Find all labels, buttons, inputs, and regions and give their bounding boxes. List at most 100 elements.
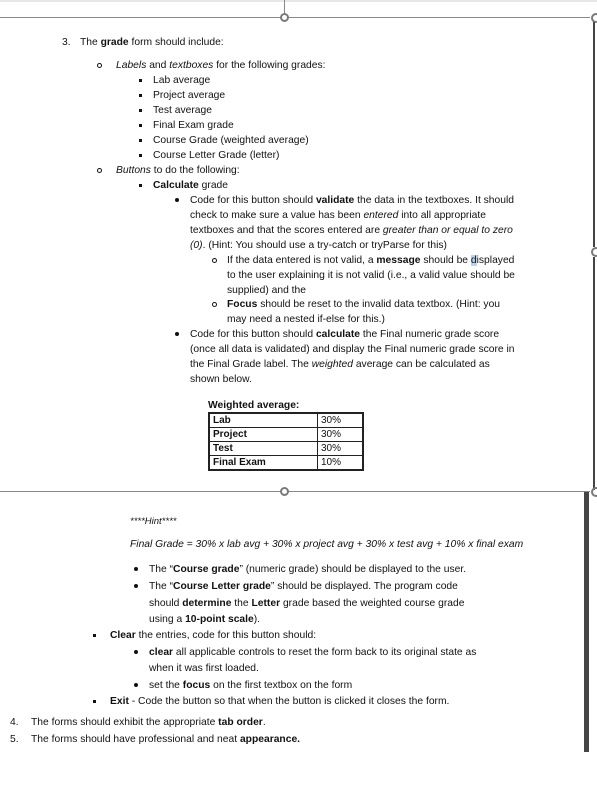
bold-text: Letter [251,598,281,609]
text: ” should be displayed. The program code [270,581,458,592]
weight-value: 30% [317,412,364,428]
text: should be [420,255,471,266]
weight-label: Project [208,427,318,442]
table-row: Lab 30% [208,412,364,428]
page-break-line-bottom [0,491,590,492]
hollow-bullet-icon [97,58,102,73]
grade-list-item: Project average [153,90,226,101]
square-bullet-icon [93,694,96,709]
list-number: 5. [10,734,19,745]
text: set the [149,680,183,691]
text: the data in the textboxes. It should [354,195,515,206]
text: should be reset to the invalid data text… [257,299,501,310]
letter-line-1: The “Course Letter grade” should be disp… [149,579,458,594]
clear-focus-line: set the focus on the first textbox on th… [149,678,352,693]
bold-text: Course Letter grade [173,581,271,592]
bullet-icon [134,579,138,594]
text: If the data entered is not valid, a [227,255,377,266]
bold-text: clear [149,647,174,658]
weighted-average-title: Weighted average: [208,400,300,411]
bold-text: calculate [315,329,361,340]
bold-text: 10-point scale [185,614,254,625]
text: isplayed [476,255,515,266]
bold-text: Clear [110,630,136,641]
italic-text: entered [363,210,399,221]
table-row: Test 30% [208,441,364,456]
message-line-2: to the user explaining it is not valid (… [227,270,515,281]
page-break-line-top [0,17,590,18]
text: the Final numeric grade score [360,329,500,340]
square-bullet-icon [139,103,142,118]
bold-text: focus [182,680,211,691]
text: should [149,598,183,609]
text: Code for this button should [190,329,316,340]
clear-line-2: when it was first loaded. [149,663,259,674]
anchor-line [284,0,285,13]
weight-label: Lab [208,412,318,428]
square-bullet-icon [139,178,142,193]
grade-list-item: Test average [153,105,212,116]
message-line-3: supplied) and the [227,285,307,296]
table-row: Final Exam 10% [208,455,364,471]
hollow-bullet-icon [97,163,102,178]
text: the Final Grade label. The [190,359,312,370]
resize-handle-mid-right[interactable] [591,247,597,257]
weight-label: Test [208,441,318,456]
italic-text: greater than or equal to zero [382,225,513,236]
calc-line-4: shown below. [190,374,252,385]
text: The forms should have professional and n… [31,734,240,745]
message-line-1: If the data entered is not valid, a mess… [227,253,514,268]
text: to do the following: [150,165,240,176]
validate-line-3: textboxes and that the scores entered ar… [190,223,513,238]
text: . (Hint: You should use a try-catch or t… [202,240,447,251]
grade-list-item: Lab average [153,75,211,86]
letter-line-3: using a 10-point scale). [149,612,260,627]
bold-text: message [376,255,421,266]
square-bullet-icon [139,73,142,88]
bold-text: Calculate [153,180,199,191]
list-number: 3. [62,37,71,48]
ruler-bar [0,0,597,2]
italic-text: (0) [190,240,203,251]
resize-handle-bottom-right[interactable] [591,487,597,497]
bold-text: grade [100,37,129,48]
grade-list-item: Course Letter Grade (letter) [153,150,280,161]
hint-title: ****Hint**** [130,516,177,527]
weight-value: 30% [317,441,364,456]
text: using a [149,614,186,625]
text: form should include: [128,37,224,48]
bold-text: validate [315,195,355,206]
resize-handle-top-center[interactable] [280,13,289,22]
text: average can be calculated as [352,359,490,370]
validate-line-4: (0). (Hint: You should use a try-catch o… [190,238,447,253]
bullet-icon [175,193,179,208]
clear-line-1: clear all applicable controls to reset t… [149,645,476,660]
bullet-icon [134,645,138,660]
italic-text: textboxes [169,60,214,71]
text: The “ [149,564,174,575]
validate-line-2: check to make sure a value has been ente… [190,208,486,223]
hollow-bullet-icon [212,253,217,268]
text: textboxes and that the scores entered ar… [190,225,383,236]
square-bullet-icon [139,88,142,103]
weights-table: Lab 30% Project 30% Test 30% Final Exam 10% [208,412,364,471]
square-bullet-icon [139,148,142,163]
text: ). [253,614,261,625]
grade-list-item: Course Grade (weighted average) [153,135,309,146]
text: The [80,37,101,48]
selection-edge-right-lower [593,257,595,490]
hollow-bullet-icon [212,297,217,312]
scrollbar-thumb[interactable] [584,492,589,752]
bullet-icon [175,327,179,342]
bold-text: Exit [110,696,129,707]
resize-handle-bottom-center[interactable] [280,487,289,496]
text: check to make sure a value has been [190,210,364,221]
list-number: 4. [10,717,19,728]
text: and [146,60,170,71]
bullet-icon [134,678,138,693]
calc-line-2: (once all data is validated) and display… [190,344,515,355]
text: grade [198,180,228,191]
validate-line-1: Code for this button should validate the… [190,193,514,208]
text: grade based the weighted course grade [280,598,465,609]
formula-text: Final Grade = 30% x lab avg + 30% x proj… [130,539,524,550]
